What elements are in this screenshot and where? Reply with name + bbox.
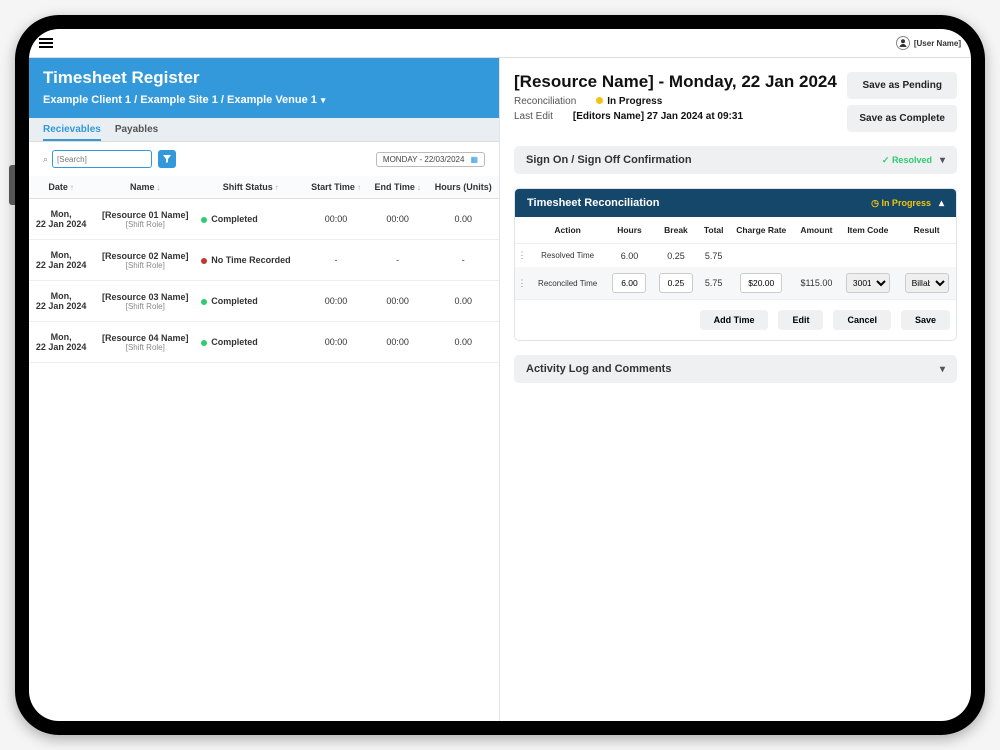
timesheet-table: Date↑ Name↓ Shift Status↑ Start Time↑ En… — [29, 176, 499, 363]
detail-pane: [Resource Name] - Monday, 22 Jan 2024 Re… — [500, 58, 971, 721]
save-button[interactable]: Save — [901, 310, 950, 330]
table-row[interactable]: Mon,22 Jan 2024[Resource 01 Name][Shift … — [29, 199, 499, 240]
lastedit-label: Last Edit — [514, 111, 553, 122]
recon-label: Reconciliation — [514, 96, 576, 107]
result-select[interactable]: Billable — [905, 273, 949, 293]
chevron-down-icon: ▾ — [940, 155, 945, 166]
col-end[interactable]: End Time↓ — [368, 176, 428, 199]
col-hours[interactable]: Hours (Units) — [428, 176, 499, 199]
table-row[interactable]: Mon,22 Jan 2024[Resource 03 Name][Shift … — [29, 281, 499, 322]
rec-row-reconciled: ⋮ Reconciled Time 5.75 $115.00 3001 Bill… — [515, 267, 956, 299]
save-complete-button[interactable]: Save as Complete — [847, 105, 957, 132]
item-code-select[interactable]: 3001 — [846, 273, 890, 293]
top-bar: [User Name] — [29, 29, 971, 57]
search-input[interactable] — [52, 150, 152, 168]
recon-actions: Add Time Edit Cancel Save — [515, 299, 956, 340]
resolved-badge: ✓ Resolved — [882, 155, 932, 165]
screen: [User Name] Timesheet Register Example C… — [29, 29, 971, 721]
tab-payables[interactable]: Payables — [115, 124, 158, 141]
panel-signon: Sign On / Sign Off Confirmation ✓ Resolv… — [514, 146, 957, 174]
table-row[interactable]: Mon,22 Jan 2024[Resource 02 Name][Shift … — [29, 240, 499, 281]
col-start[interactable]: Start Time↑ — [304, 176, 368, 199]
add-time-button[interactable]: Add Time — [700, 310, 769, 330]
tab-bar: Recievables Payables — [29, 118, 499, 142]
col-date[interactable]: Date↑ — [29, 176, 93, 199]
panel-recon-header[interactable]: Timesheet Reconciliation ◷ In Progress▴ — [515, 189, 956, 217]
tab-receivables[interactable]: Recievables — [43, 124, 101, 141]
status-dot-icon — [596, 97, 603, 104]
table-row[interactable]: Mon,22 Jan 2024[Resource 04 Name][Shift … — [29, 322, 499, 363]
left-pane: Timesheet Register Example Client 1 / Ex… — [29, 58, 500, 721]
page-title: Timesheet Register — [43, 68, 485, 88]
chevron-down-icon: ▾ — [940, 364, 945, 375]
panel-activity-header[interactable]: Activity Log and Comments ▾ — [514, 355, 957, 383]
cancel-button[interactable]: Cancel — [833, 310, 891, 330]
detail-title: [Resource Name] - Monday, 22 Jan 2024 — [514, 72, 837, 92]
break-input[interactable] — [659, 273, 693, 293]
search-icon: ⌕ — [43, 154, 48, 165]
chevron-up-icon: ▴ — [939, 198, 944, 209]
rec-row-resolved: ⋮ Resolved Time 6.00 0.25 5.75 — [515, 244, 956, 268]
inprogress-badge: ◷ In Progress — [871, 198, 931, 208]
drag-handle-icon[interactable]: ⋮ — [518, 278, 527, 288]
toolbar: ⌕ MONDAY - 22/03/2024 ▦ — [29, 142, 499, 176]
panel-signon-header[interactable]: Sign On / Sign Off Confirmation ✓ Resolv… — [514, 146, 957, 174]
drag-handle-icon[interactable]: ⋮ — [518, 250, 527, 260]
menu-icon[interactable] — [39, 36, 53, 50]
col-name[interactable]: Name↓ — [93, 176, 197, 199]
reconciliation-table: Action Hours Break Total Charge Rate Amo… — [515, 217, 956, 299]
filter-icon[interactable] — [158, 150, 176, 168]
panel-reconciliation: Timesheet Reconciliation ◷ In Progress▴ … — [514, 188, 957, 341]
date-picker[interactable]: MONDAY - 22/03/2024 ▦ — [376, 152, 485, 167]
user-chip[interactable]: [User Name] — [896, 36, 961, 50]
calendar-icon: ▦ — [470, 155, 478, 164]
lastedit-value: [Editors Name] 27 Jan 2024 at 09:31 — [573, 111, 743, 122]
save-pending-button[interactable]: Save as Pending — [847, 72, 957, 99]
panel-activity: Activity Log and Comments ▾ — [514, 355, 957, 383]
edit-button[interactable]: Edit — [778, 310, 823, 330]
rate-input[interactable] — [740, 273, 782, 293]
tablet-frame: [User Name] Timesheet Register Example C… — [15, 15, 985, 735]
avatar-icon — [896, 36, 910, 50]
col-status[interactable]: Shift Status↑ — [197, 176, 304, 199]
user-name: [User Name] — [914, 39, 961, 48]
page-header: Timesheet Register Example Client 1 / Ex… — [29, 58, 499, 118]
chevron-down-icon: ▾ — [321, 95, 326, 106]
hours-input[interactable] — [612, 273, 646, 293]
breadcrumb[interactable]: Example Client 1 / Example Site 1 / Exam… — [43, 94, 485, 106]
